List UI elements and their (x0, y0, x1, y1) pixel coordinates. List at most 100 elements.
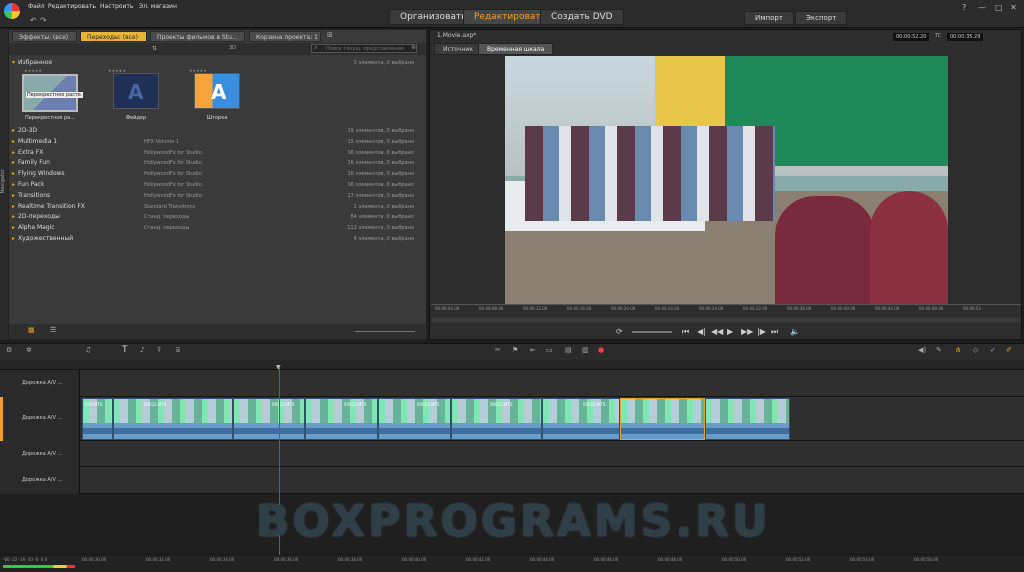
timeline-clip[interactable]: 00023.MTS (305, 398, 378, 440)
category-row[interactable]: ▸ Alpha Magic Станд. переходы 112 элемента,… (12, 223, 420, 233)
category-row[interactable]: ▸ 2D-переходы Станд. переходы 84 элемента, … (12, 212, 420, 222)
zoom-slider[interactable] (355, 331, 415, 332)
menu-file[interactable]: Файл (28, 3, 45, 10)
snapshot-icon[interactable]: ▭ (546, 346, 553, 354)
preview-scrubber[interactable] (431, 318, 1021, 322)
category-row[interactable]: ▸ Fun Pack HollywoodFx for Studio 16 элемен… (12, 180, 420, 190)
category-row[interactable]: ▸ Transitions HollywoodFx for Studio 17 эле… (12, 191, 420, 201)
menu-edit[interactable]: Редактировать (48, 3, 96, 10)
pen-icon[interactable]: ✐ (1006, 346, 1012, 354)
timeline-clip[interactable]: 00022.MTS (113, 398, 233, 440)
navigator-strip[interactable]: Navigator (0, 29, 8, 340)
loop-icon[interactable]: ⟳ (616, 327, 623, 336)
timeline-ruler[interactable]: 00:00:30.00 00:00:32.00 00:00:34.00 00:00:3… (80, 555, 1024, 572)
gear-icon[interactable]: ✲ (26, 346, 32, 354)
film-icon[interactable]: ▤ (565, 346, 572, 354)
volume-icon[interactable]: 🔈 (790, 327, 800, 336)
audio-meter-area: -60 -22 -16 -10 -6 -3 0 (0, 555, 80, 572)
voiceover-icon[interactable]: ⍒ (157, 346, 161, 355)
go-start-icon[interactable]: ⏮ (682, 327, 689, 337)
3d-toggle-icon[interactable]: 3D (229, 45, 236, 51)
fx-icon[interactable]: ✓ (990, 346, 996, 354)
category-row[interactable]: ▸ Family Fun HollywoodFx for Studio 16 элем… (12, 158, 420, 168)
scorefitter-icon[interactable]: ♪ (140, 346, 144, 354)
film-icon[interactable]: ▥ (582, 346, 589, 354)
mode-dvd-button[interactable]: Создать DVD (540, 9, 624, 25)
tab-bin[interactable]: Корзина проекта: 1 (249, 31, 321, 42)
sort-icon[interactable]: ⇅ (152, 45, 157, 52)
go-end-icon[interactable]: ⏭ (771, 327, 778, 337)
subtitle-icon[interactable]: ⌸ (176, 346, 180, 355)
keyframe-icon[interactable]: ◇ (973, 346, 978, 354)
category-row[interactable]: ▸ Flying Windows HollywoodFx for Studio 16 … (12, 169, 420, 179)
timeline-clip[interactable]: 00023.MTS (378, 398, 451, 440)
list-view-icon[interactable]: ☰ (50, 326, 56, 334)
track-header[interactable]: Дорожка A/V ... (0, 370, 80, 397)
category-pack: HollywoodFx for Studio (144, 192, 202, 199)
title-tool-icon[interactable]: T (122, 345, 128, 355)
transition-thumb-crossfade[interactable]: Перекрестное раств. (22, 74, 84, 112)
expand-icon: ▸ (12, 148, 16, 156)
play-icon[interactable]: ▶ (727, 327, 733, 336)
minimize-icon[interactable]: — (978, 3, 986, 12)
undo-icon[interactable]: ↶ (30, 16, 37, 25)
maximize-icon[interactable]: □ (995, 3, 1003, 12)
tab-projects[interactable]: Проекты фильмов в Stu... (150, 31, 245, 42)
magnet-icon[interactable]: ⋔ (955, 346, 961, 354)
transition-thumb-fader[interactable]: A (113, 73, 159, 109)
settings-icon[interactable]: ⚙ (6, 346, 12, 354)
tab-timeline[interactable]: Временная шкала (478, 43, 554, 55)
grid-view-icon[interactable]: ▦ (28, 326, 35, 334)
timeline-clip[interactable]: 00023.MTS (451, 398, 542, 440)
category-count: 17 элементов, 0 выбрано (347, 192, 415, 199)
category-row[interactable]: ▸ Multimedia 1 HFX Volume 1 15 элементов, 0… (12, 137, 420, 147)
speaker-icon[interactable]: ◀) (918, 346, 926, 354)
close-icon[interactable]: ✕ (1010, 3, 1017, 12)
menu-store[interactable]: Эл. магазин (139, 3, 177, 10)
tab-effects[interactable]: Эффекты: (все) (12, 31, 77, 42)
category-row[interactable]: ▸ Realtime Transition FX Standard Transiti… (12, 202, 420, 212)
preview-ruler[interactable]: 00:00:04.00 00:00:08.00 00:00:12.00 00:00:1… (431, 304, 1021, 314)
export-button[interactable]: Экспорт (795, 11, 848, 25)
trim-icon[interactable]: ⇤ (530, 346, 536, 354)
shuttle-slider[interactable] (632, 331, 672, 333)
edit-icon[interactable]: ✎ (936, 346, 942, 354)
category-pack: HollywoodFx for Studio (144, 160, 202, 167)
timeline-tick-label: 00:00:34.00 (210, 557, 235, 562)
import-button[interactable]: Импорт (744, 11, 794, 25)
help-icon[interactable]: ? (962, 3, 966, 12)
record-icon[interactable]: ● (598, 346, 604, 354)
timeline-clip-selected[interactable] (620, 398, 705, 440)
menu-settings[interactable]: Настроить (100, 3, 133, 10)
new-tab-icon[interactable]: ⊞ (327, 31, 333, 39)
track-header[interactable]: Дорожка A/V ... (0, 467, 80, 494)
tab-source[interactable]: Источник (434, 43, 482, 55)
timeline-clip[interactable]: 00022.MTS (542, 398, 620, 440)
tab-transitions[interactable]: Переходы: (все) (80, 31, 147, 42)
audio-mixer-icon[interactable]: ♫ (85, 346, 91, 354)
favorites-header[interactable]: ▾ Избранное 3 элемента, 0 выбрано (12, 58, 420, 68)
timeline-clip[interactable] (705, 398, 790, 440)
timeline-clip[interactable]: 020.MTS (82, 398, 113, 440)
category-row[interactable]: ▸ Художественный 4 элемента, 0 выбрано (12, 234, 420, 244)
children-group (525, 126, 775, 221)
track-header[interactable]: Дорожка A/V ... (0, 397, 80, 441)
marker-icon[interactable]: ⚑ (512, 346, 518, 354)
track-header[interactable]: Дорожка A/V ... (0, 441, 80, 467)
timeline-clip[interactable]: 00023.MTS (233, 398, 305, 440)
current-timecode[interactable]: 00:00:35.29 (947, 33, 984, 41)
clear-search-icon[interactable]: ⊗ (411, 44, 416, 51)
playhead-handle-icon[interactable]: ▼ (276, 364, 281, 371)
redo-icon[interactable]: ↷ (40, 16, 47, 25)
category-row[interactable]: ▸ 2D-3D 19 элементов, 0 выбрано (12, 126, 420, 136)
transition-thumb-wipe[interactable]: A (194, 73, 240, 109)
category-pack: Standard Transitions (144, 203, 196, 210)
audio-waveform (83, 423, 112, 439)
prev-frame-icon[interactable]: ◀| (697, 327, 706, 336)
rewind-icon[interactable]: ◀◀ (711, 327, 723, 336)
category-row[interactable]: ▸ Extra FX HollywoodFx for Studio 16 элемен… (12, 148, 420, 158)
search-input[interactable]: Поиск текущ. представления (311, 44, 417, 53)
razor-icon[interactable]: ✂ (495, 346, 501, 354)
next-frame-icon[interactable]: |▶ (757, 327, 766, 336)
forward-icon[interactable]: ▶▶ (741, 327, 753, 336)
